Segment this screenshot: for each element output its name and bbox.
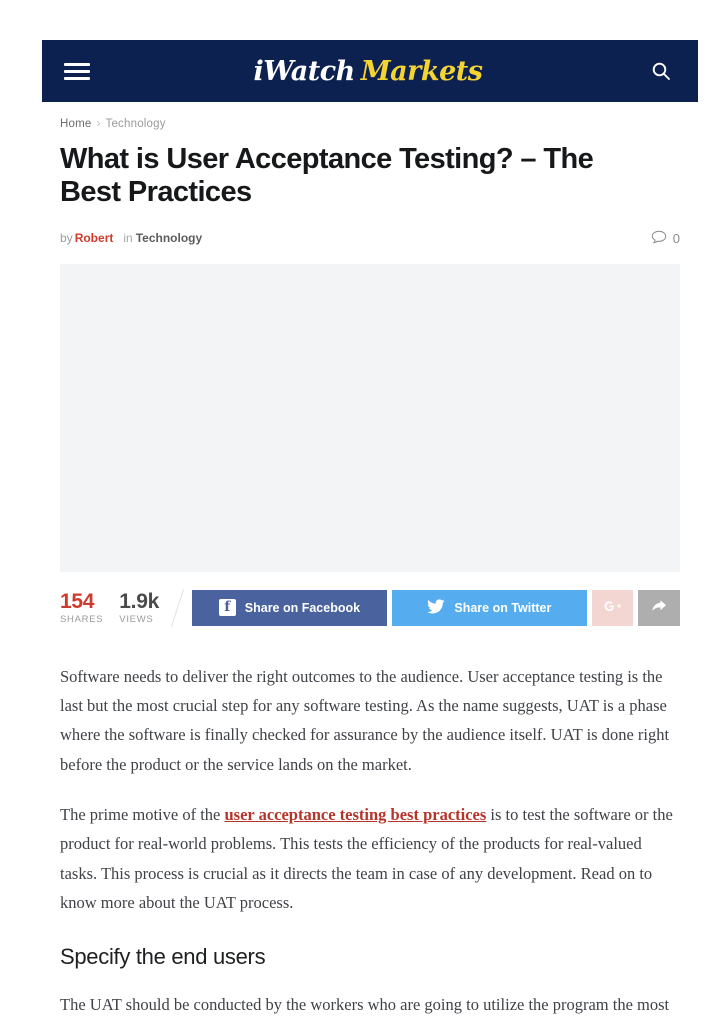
- author-link[interactable]: Robert: [75, 231, 114, 245]
- share-facebook-label: Share on Facebook: [244, 600, 361, 615]
- breadcrumb-current[interactable]: Technology: [106, 118, 166, 130]
- search-icon[interactable]: [646, 56, 676, 86]
- share-arrow-icon: [650, 598, 669, 617]
- share-facebook-button[interactable]: f Share on Facebook: [191, 589, 387, 626]
- breadcrumb-home-link[interactable]: Home: [60, 118, 91, 130]
- views-stat: 1.9k VIEWS: [119, 589, 159, 625]
- paragraph-2-text-before: The prime motive of the: [60, 804, 225, 824]
- twitter-icon: [427, 598, 445, 617]
- hamburger-menu-icon[interactable]: [64, 61, 90, 81]
- article-page: iWatch Markets Home › Technology What is Us…: [0, 0, 720, 1018]
- share-twitter-button[interactable]: Share on Twitter: [391, 589, 587, 626]
- category-link[interactable]: Technology: [136, 231, 202, 245]
- post-meta: by Robert in Technology 0: [60, 230, 680, 247]
- hamburger-bar: [64, 69, 90, 73]
- breadcrumb: Home › Technology: [60, 112, 680, 130]
- stats-divider: [170, 588, 185, 627]
- post-byline: by Robert in Technology: [60, 231, 202, 245]
- paragraph-1: Software needs to deliver the right outc…: [60, 666, 670, 774]
- shares-stat: 154 SHARES: [60, 589, 104, 625]
- inline-link-best-practices[interactable]: user acceptance testing best practices: [225, 805, 487, 824]
- main-content: Home › Technology What is User Acceptance …: [60, 112, 680, 1018]
- comment-count-value: 0: [672, 230, 680, 246]
- article-body: Software needs to deliver the right outc…: [60, 662, 680, 1018]
- paragraph-3: The UAT should be conducted by the worke…: [60, 995, 670, 1015]
- views-count: 1.9k: [119, 589, 159, 613]
- paragraph-2: The prime motive of the user acceptance …: [60, 800, 680, 917]
- shares-count: 154: [60, 589, 95, 613]
- facebook-icon: f: [218, 599, 236, 617]
- byline-in-label: in: [123, 231, 133, 246]
- site-logo[interactable]: iWatch Markets: [254, 58, 483, 85]
- share-googleplus-button[interactable]: [591, 589, 634, 626]
- share-more-button[interactable]: [638, 589, 680, 626]
- section-heading-specify-end-users: Specify the end users: [60, 944, 266, 970]
- google-plus-icon: [603, 599, 623, 617]
- breadcrumb-separator-icon: ›: [96, 118, 101, 130]
- share-twitter-label: Share on Twitter: [454, 600, 552, 615]
- share-bar: 154 SHARES 1.9k VIEWS f Share on Faceboo…: [60, 588, 680, 627]
- hamburger-bar: [64, 62, 90, 66]
- views-label: VIEWS: [119, 613, 154, 625]
- logo-text-primary: iWatch: [253, 55, 356, 87]
- page-title: What is User Acceptance Testing? – The B…: [60, 143, 594, 208]
- hamburger-bar: [64, 76, 90, 80]
- byline-by-label: by: [60, 231, 73, 246]
- site-header: iWatch Markets: [42, 40, 698, 102]
- comment-bubble-icon: [651, 230, 667, 247]
- featured-image-placeholder: [60, 263, 680, 572]
- shares-label: SHARES: [60, 613, 104, 625]
- comment-count[interactable]: 0: [651, 230, 680, 247]
- logo-text-secondary: Markets: [360, 55, 483, 87]
